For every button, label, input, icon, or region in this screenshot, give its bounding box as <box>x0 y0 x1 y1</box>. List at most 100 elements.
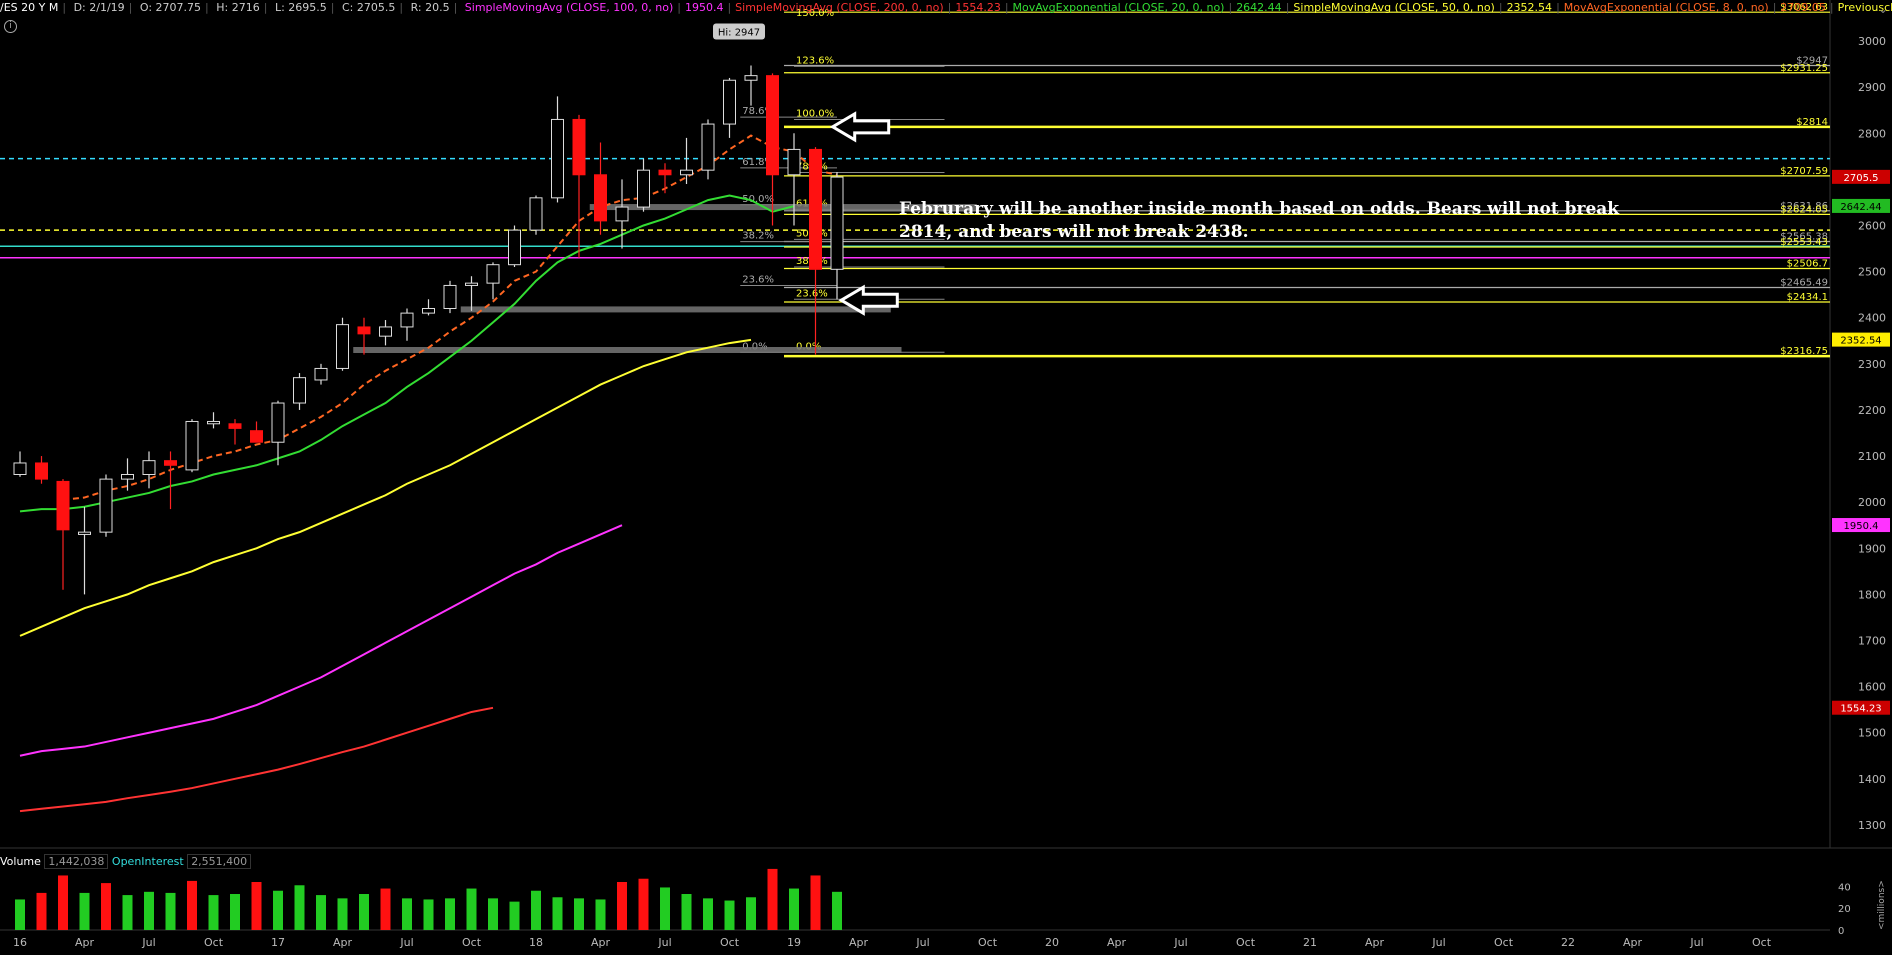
candle <box>336 317 349 371</box>
study-label[interactable]: SimpleMovingAvg (CLOSE, 100, 0, no) <box>465 1 673 14</box>
candle <box>658 163 672 194</box>
volume-bar <box>531 890 541 930</box>
volume-bar <box>122 895 133 930</box>
volume-bar <box>703 898 713 930</box>
candle <box>486 262 500 300</box>
x-tick-label: 20 <box>1045 936 1059 949</box>
candle <box>56 479 70 590</box>
volume-bar <box>423 899 434 930</box>
volume-bar <box>402 898 412 930</box>
candle-body <box>357 326 371 335</box>
price-level-label: $2553.43 <box>1780 237 1828 248</box>
symbol-label[interactable]: /ES 20 Y M <box>0 1 58 14</box>
fib-right-label: 23.6% <box>796 288 828 299</box>
y-tick-label: 1700 <box>1858 635 1886 648</box>
y-tick-label: 2300 <box>1858 358 1886 371</box>
candle <box>35 456 48 484</box>
y-tick-label: 1300 <box>1858 819 1886 832</box>
fib-right-label: 100.0% <box>796 108 834 119</box>
x-tick-label: Jul <box>657 936 671 949</box>
candle-body <box>400 312 414 328</box>
price-chart[interactable]: 1300 1400 1500 1600 1700 1800 1900 2000 2100 2200… <box>0 0 1892 955</box>
y-tick-label: 2400 <box>1858 312 1886 325</box>
low-label: L: 2695.5 <box>274 1 327 14</box>
y-tick-label: 3000 <box>1858 35 1886 48</box>
candle-body <box>744 75 758 81</box>
study-label[interactable]: SimpleMovingAvg (CLOSE, 50, 0, no) <box>1293 1 1494 14</box>
x-tick-label: Apr <box>333 936 353 949</box>
moving-average-line <box>19 524 623 757</box>
candle-body <box>35 462 48 480</box>
volume-bar <box>810 875 821 930</box>
high-label: H: 2716 <box>216 1 260 14</box>
candle <box>142 451 156 489</box>
candle-body <box>572 118 586 176</box>
x-tick-label: 17 <box>271 936 285 949</box>
candle-body <box>78 531 91 535</box>
volume-bar <box>832 891 842 930</box>
volume-bar <box>681 894 692 930</box>
x-tick-label: Jul <box>915 936 929 949</box>
volume-value: 1,442,038 <box>44 854 109 869</box>
x-tick-label: Jul <box>1689 936 1703 949</box>
candle-body <box>766 75 779 176</box>
volume-tick-label: 20 <box>1838 904 1851 915</box>
info-icon[interactable]: i <box>4 20 17 33</box>
study-header-bar: /ES 20 Y M | D: 2/1/19 | O: 2707.75 | H: 27… <box>0 0 1892 18</box>
date-label: D: 2/1/19 <box>73 1 125 14</box>
candle-body <box>185 420 199 471</box>
study-label[interactable]: MovAvgExponential (CLOSE, 20, 0, no) <box>1013 1 1225 14</box>
hi-label: Hi: 2947 <box>718 27 760 38</box>
volume-bar <box>165 892 176 930</box>
candle-body <box>529 197 543 231</box>
price-badge-label: 2705.5 <box>1844 173 1879 184</box>
range-label: R: 20.5 <box>410 1 450 14</box>
candle-body <box>228 423 242 429</box>
volume-bar <box>380 888 391 930</box>
price-level-label: $2465.49 <box>1780 278 1828 289</box>
moving-average-line <box>19 194 795 513</box>
volume-unit-label: <millions> <box>1877 880 1887 930</box>
support-zone-bar <box>460 306 891 313</box>
x-tick-label: Oct <box>720 936 740 949</box>
candle-body <box>13 462 27 476</box>
candle-body <box>508 229 521 266</box>
x-tick-label: Oct <box>204 936 224 949</box>
x-tick-label: Apr <box>1365 936 1385 949</box>
candle <box>207 412 220 429</box>
study-value: 1950.4 <box>684 1 724 14</box>
price-level-label: $2506.7 <box>1787 259 1828 270</box>
study-label[interactable]: SimpleMovingAvg (CLOSE, 200, 0, no) <box>735 1 943 14</box>
x-tick-label: Oct <box>978 936 998 949</box>
price-level-label: $2931.25 <box>1780 63 1828 74</box>
candle-body <box>443 284 457 310</box>
study-legend: SimpleMovingAvg (CLOSE, 100, 0, no) | 1950… <box>465 1 1892 14</box>
y-tick-label: 2200 <box>1858 404 1886 417</box>
volume-bar <box>488 898 498 930</box>
study-value: 2352.54 <box>1506 1 1553 14</box>
x-tick-label: Jul <box>141 936 155 949</box>
study-value: 1554.23 <box>955 1 1001 14</box>
study-label[interactable]: MovAvgExponential (CLOSE, 8, 0, no) <box>1564 1 1769 14</box>
volume-bar <box>574 898 584 930</box>
candle-body <box>56 480 70 531</box>
x-tick-label: 16 <box>13 936 27 949</box>
candle-body <box>422 308 435 314</box>
candle-body <box>207 420 220 425</box>
price-badge-label: 2642.44 <box>1840 202 1881 213</box>
candle <box>99 474 113 537</box>
fib-left-label: 23.6% <box>742 274 774 285</box>
candle <box>594 142 607 235</box>
price-badge-label: 1950.4 <box>1844 521 1879 532</box>
moving-average-line <box>62 134 838 501</box>
volume-bar <box>208 895 219 930</box>
candle-body <box>723 79 736 125</box>
price-level-label: $2316.75 <box>1780 346 1828 357</box>
candle-body <box>658 169 672 176</box>
y-tick-label: 2100 <box>1858 450 1886 463</box>
volume-bar <box>230 894 240 930</box>
candle-body <box>701 123 715 171</box>
collapse-chevron-icon[interactable]: ⌄ <box>1878 2 1888 16</box>
candle <box>314 363 328 385</box>
candle <box>250 421 263 443</box>
